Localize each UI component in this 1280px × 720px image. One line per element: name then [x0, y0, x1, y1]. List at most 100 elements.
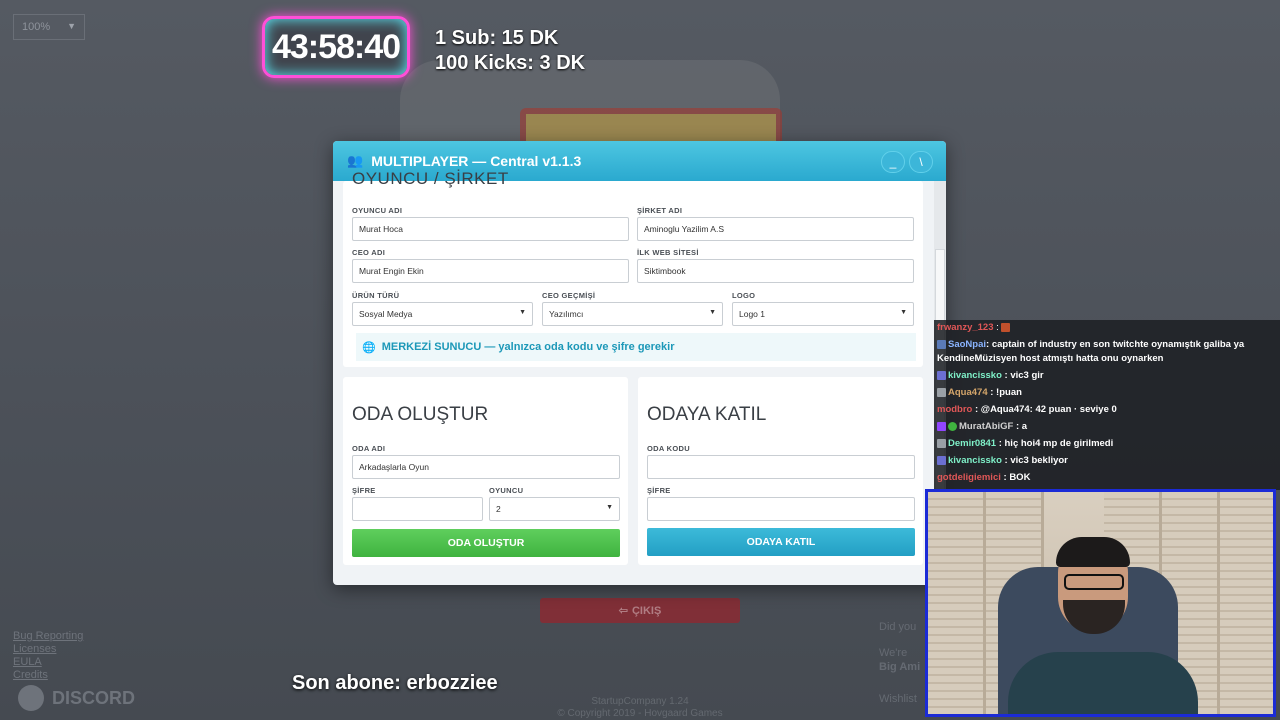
- news-line: Wishlist: [879, 693, 917, 705]
- window-shutter: [928, 492, 986, 714]
- discord-link[interactable]: DISCORD: [18, 685, 135, 711]
- create-room-button[interactable]: ODA OLUŞTUR: [352, 529, 620, 557]
- footer-links: Bug Reporting Licenses EULA Credits: [13, 630, 83, 682]
- chat-text: : !puan: [990, 387, 1022, 398]
- badge-icon: [937, 438, 946, 448]
- chat-message: KendineMüzisyen host atmıştı hatta onu o…: [937, 353, 1163, 364]
- join-room-title: ODAYA KATIL: [647, 404, 767, 425]
- close-button[interactable]: \: [909, 151, 933, 173]
- zoom-select[interactable]: 100% ▼: [13, 14, 85, 40]
- chat-user: kivancissko: [948, 455, 1002, 466]
- link-credits[interactable]: Credits: [13, 669, 83, 682]
- chat-message: modbro : @Aqua474: 42 puan · seviye 0: [937, 404, 1117, 415]
- version-line: StartupCompany 1.24: [591, 696, 689, 707]
- discord-icon: [18, 685, 44, 711]
- chat-text: : hiç hoi4 mp de girilmedi: [998, 438, 1114, 449]
- chat-text: : a: [1016, 421, 1028, 432]
- logo-label: LOGO: [732, 291, 756, 300]
- website-label: İLK WEB SİTESİ: [637, 248, 699, 257]
- chat-user: frwanzy_123: [937, 322, 994, 333]
- chat-user: Demir0841: [948, 438, 997, 449]
- product-type-label: ÜRÜN TÜRÜ: [352, 291, 400, 300]
- chat-text: : BOK: [1003, 472, 1031, 483]
- chat-message: kivancissko : vic3 bekliyor: [937, 455, 1068, 466]
- chat-message: frwanzy_123 :: [937, 322, 1012, 333]
- news-line: Big Ami: [879, 661, 921, 673]
- chat-text: : captain of industry en son twitchte oy…: [986, 339, 1245, 350]
- window-shutter: [1220, 492, 1273, 714]
- link-eula[interactable]: EULA: [13, 656, 83, 669]
- join-room-button[interactable]: ODAYA KATIL: [647, 528, 915, 556]
- exit-button[interactable]: ⇦ ÇIKIŞ: [540, 598, 740, 623]
- chat-text: : vic3 gir: [1004, 370, 1044, 381]
- chat-user: gotdeligiemici: [937, 472, 1001, 483]
- glasses: [1064, 574, 1124, 590]
- product-type-value: Sosyal Medya: [359, 309, 413, 319]
- check-icon: [948, 421, 957, 431]
- exit-label: ÇIKIŞ: [631, 604, 662, 617]
- create-room-title: ODA OLUŞTUR: [352, 404, 489, 425]
- room-code-input[interactable]: [647, 455, 915, 479]
- stream-chat: frwanzy_123 : SaoNpai: captain of indust…: [934, 320, 1280, 490]
- chat-user: modbro: [937, 404, 973, 415]
- caret-down-icon: ▼: [900, 309, 907, 316]
- ceo-past-label: CEO GEÇMİŞİ: [542, 291, 596, 300]
- chat-message: kivancissko : vic3 gir: [937, 370, 1044, 381]
- player-count-label: OYUNCU: [489, 486, 524, 495]
- logo-value: Logo 1: [739, 309, 765, 319]
- chat-message: gotdeligiemici : BOK: [937, 472, 1030, 483]
- server-info-bar: 🌐 MERKEZİ SUNUCU — yalnızca oda kodu ve …: [356, 333, 916, 361]
- rule-kicks: 100 Kicks: 3 DK: [435, 52, 586, 74]
- room-name-label: ODA ADI: [352, 444, 386, 453]
- join-room-panel: ODAYA KATIL ODA KODU ŞİFRE ODAYA KATIL: [638, 377, 923, 565]
- ceo-past-value: Yazılımcı: [549, 309, 584, 319]
- minimize-button[interactable]: _: [881, 151, 905, 173]
- chat-message: Demir0841 : hiç hoi4 mp de girilmedi: [937, 438, 1113, 449]
- copyright-line: © Copyright 2019 - Hovgaard Games: [557, 708, 723, 719]
- product-type-select[interactable]: Sosyal Medya ▼: [352, 302, 533, 326]
- create-password-input[interactable]: [352, 497, 483, 521]
- last-subscriber: Son abone: erbozziee: [292, 672, 498, 694]
- company-name-input[interactable]: Aminoglu Yazilim A.S: [637, 217, 914, 241]
- badge-icon: [937, 455, 946, 465]
- rule-sub: 1 Sub: 15 DK: [435, 27, 559, 49]
- player-name-label: OYUNCU ADI: [352, 206, 403, 215]
- link-bug-reporting[interactable]: Bug Reporting: [13, 630, 83, 643]
- badge-icon: [937, 387, 946, 397]
- website-input[interactable]: Siktimbook: [637, 259, 914, 283]
- ceo-name-input[interactable]: Murat Engin Ekin: [352, 259, 629, 283]
- player-company-panel: OYUNCU / ŞİRKET OYUNCU ADI Murat Hoca Şİ…: [343, 169, 923, 367]
- window-title: MULTIPLAYER — Central v1.1.3: [371, 153, 582, 169]
- server-info-text: MERKEZİ SUNUCU — yalnızca oda kodu ve şi…: [381, 341, 675, 353]
- badge-icon: [937, 370, 946, 380]
- chat-message: MuratAbiGF : a: [937, 421, 1027, 432]
- chat-text: KendineMüzisyen host atmıştı hatta onu o…: [937, 353, 1164, 364]
- streamer-body: [1008, 652, 1198, 714]
- subathon-rules: 1 Sub: 15 DK 100 Kicks: 3 DK: [435, 26, 585, 76]
- player-name-input[interactable]: Murat Hoca: [352, 217, 629, 241]
- news-line: We're: [879, 647, 908, 659]
- chat-user: SaoNpai: [948, 339, 987, 350]
- logo-select[interactable]: Logo 1 ▼: [732, 302, 914, 326]
- create-password-label: ŞİFRE: [352, 486, 376, 495]
- globe-icon: 🌐: [362, 341, 376, 354]
- room-code-label: ODA KODU: [647, 444, 690, 453]
- caret-down-icon: ▼: [709, 309, 716, 316]
- streamer-hair: [1056, 537, 1130, 567]
- chat-user: Aqua474: [948, 387, 988, 398]
- chat-message: SaoNpai: captain of industry en son twit…: [937, 339, 1244, 350]
- chevron-down-icon: ▼: [67, 21, 76, 31]
- player-count-select[interactable]: 2 ▼: [489, 497, 620, 521]
- chat-user: kivancissko: [948, 370, 1002, 381]
- ceo-past-select[interactable]: Yazılımcı ▼: [542, 302, 723, 326]
- join-password-label: ŞİFRE: [647, 486, 671, 495]
- zoom-value: 100%: [22, 21, 51, 33]
- player-count-value: 2: [496, 504, 501, 514]
- users-icon: 👥: [347, 153, 364, 168]
- link-licenses[interactable]: Licenses: [13, 643, 83, 656]
- news-panel-faded: Did you We're Big Ami Wishlist: [879, 620, 920, 706]
- chat-text: : vic3 bekliyor: [1004, 455, 1068, 466]
- room-name-input[interactable]: Arkadaşlarla Oyun: [352, 455, 620, 479]
- join-password-input[interactable]: [647, 497, 915, 521]
- caret-down-icon: ▼: [606, 504, 613, 511]
